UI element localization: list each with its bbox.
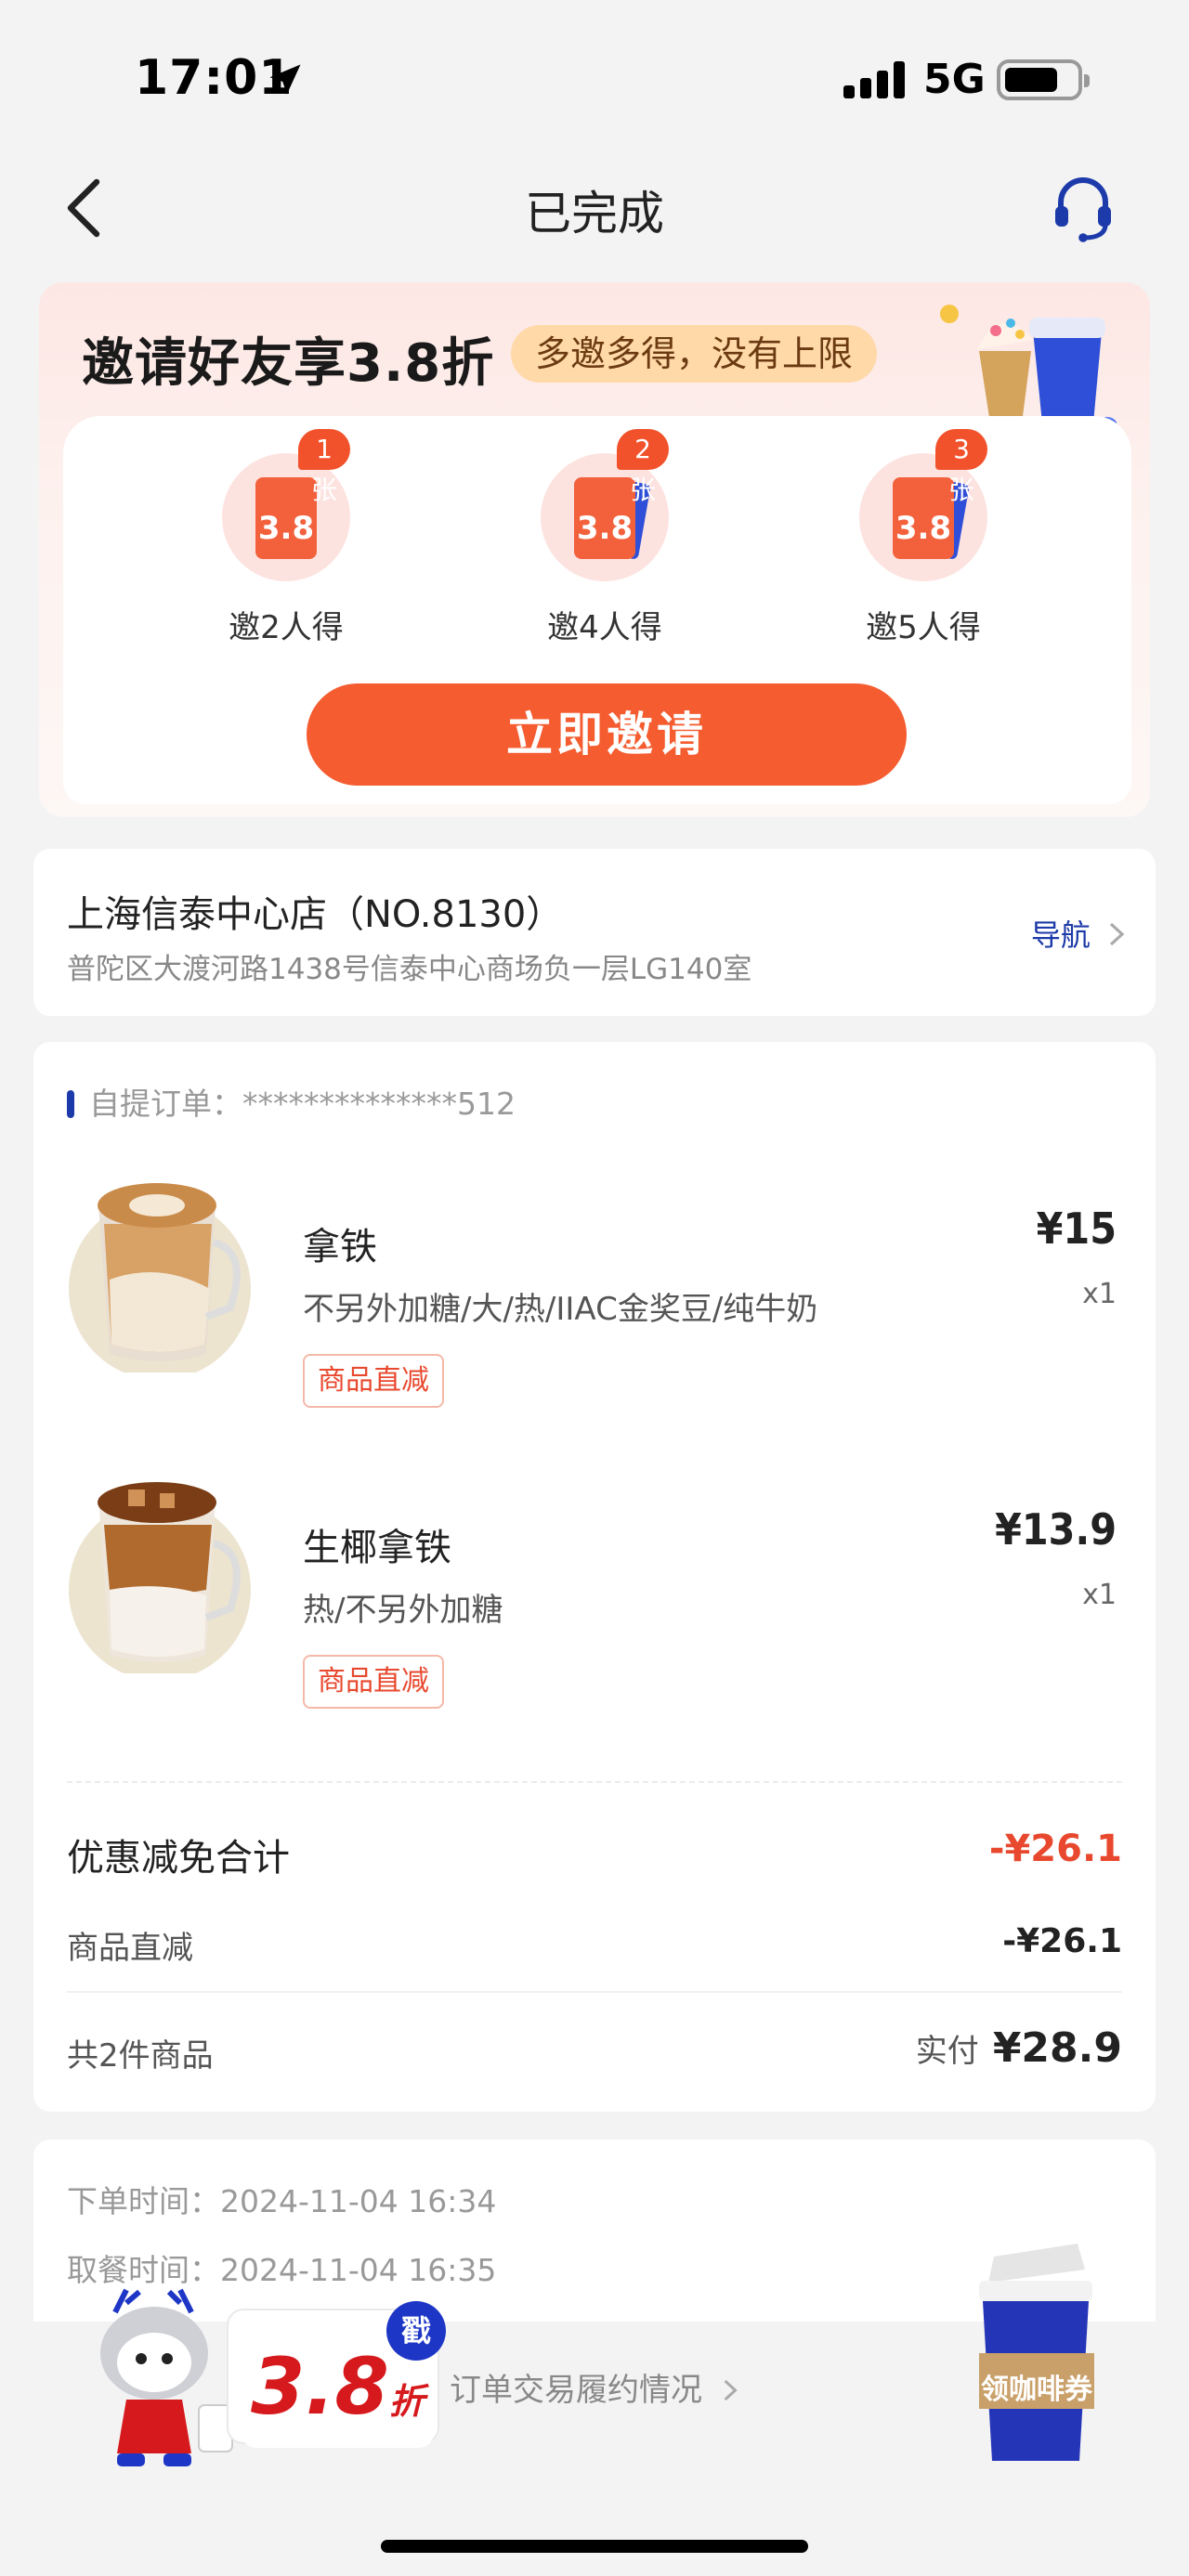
chevron-right-icon: [1109, 922, 1125, 946]
coupon-icon: 3.8 1张: [222, 429, 350, 581]
paid-amount: 实付 ¥28.9: [916, 2024, 1122, 2072]
direct-discount-label: 商品直减: [67, 1930, 193, 1967]
order-number: 自提订单：**************512: [67, 1079, 516, 1124]
reward-count: 1张: [298, 429, 350, 505]
reward-tier-1: 3.8 1张 邀2人得: [193, 429, 379, 647]
coupon-icon: 3.8 2张: [541, 429, 669, 581]
reward-label: 邀5人得: [866, 609, 981, 646]
discount-promo-badge[interactable]: 3.8折 戳: [89, 2284, 446, 2470]
customer-service-button[interactable]: [1050, 173, 1117, 243]
reward-tier-2: 3.8 2张 邀4人得: [512, 429, 698, 647]
paid-label: 实付: [915, 2033, 979, 2070]
order-trace-link[interactable]: 订单交易履约情况: [450, 2364, 740, 2410]
order-item-latte: 拿铁 不另外加糖/大/热/IIAC金奖豆/纯牛奶 商品直减 ¥15 x1: [33, 1168, 1156, 1428]
battery-icon: [997, 59, 1090, 100]
coffee-coupon-label: 领咖啡券: [981, 2374, 1092, 2406]
store-address: 普陀区大渡河路1438号信泰中心商场负一层LG140室: [67, 953, 752, 986]
item-price: ¥13.9: [995, 1504, 1117, 1555]
reward-label: 邀2人得: [229, 609, 344, 646]
reward-count: 2张: [617, 429, 669, 505]
pickup-time: 取餐时间：2024-11-04 16:35: [67, 2252, 497, 2288]
order-time: 下单时间：2024-11-04 16:34: [67, 2183, 497, 2219]
invite-banner: 邀请好友享3.8折 多邀多得，没有上限 3.8 1张 邀2人得 3.8 2张 邀…: [39, 282, 1150, 817]
network-type: 5G: [923, 56, 986, 103]
discount-total-label: 优惠减免合计: [67, 1837, 290, 1880]
invite-tag: 多邀多得，没有上限: [511, 325, 878, 383]
paid-value: ¥28.9: [992, 2024, 1122, 2072]
store-name: 上海信泰中心店（NO.8130）: [67, 893, 564, 936]
discount-total-value: -¥26.1: [988, 1828, 1122, 1870]
deer-mascot-icon: [100, 2288, 233, 2466]
item-name: 拿铁: [303, 1226, 377, 1268]
item-price: ¥15: [1036, 1203, 1117, 1254]
home-indicator[interactable]: [381, 2540, 808, 2553]
discount-badge: 商品直减: [303, 1655, 444, 1709]
coffee-cup-icon: [979, 2244, 1094, 2461]
total-row: 共2件商品 实付 ¥28.9: [67, 2024, 1122, 2080]
coconut-latte-image: [69, 1482, 251, 1673]
divider: [67, 1781, 1122, 1783]
invite-title: 邀请好友享3.8折: [82, 333, 495, 394]
page-title: 已完成: [525, 187, 664, 241]
item-spec: 不另外加糖/大/热/IIAC金奖豆/纯牛奶: [303, 1291, 818, 1328]
discount-total-row: 优惠减免合计 -¥26.1: [67, 1828, 1122, 1883]
reward-count: 3张: [935, 429, 987, 505]
reward-tier-3: 3.8 3张 邀5人得: [830, 429, 1016, 647]
direct-discount-value: -¥26.1: [1002, 1922, 1122, 1960]
headset-icon: [1055, 177, 1111, 242]
invite-now-button[interactable]: 立即邀请: [307, 683, 907, 786]
item-quantity: x1: [1082, 1278, 1117, 1310]
divider: [67, 1991, 1122, 1993]
ice-cream-coffee-illustration: [940, 305, 1117, 433]
latte-image: [69, 1183, 251, 1373]
order-item-coconut-latte: 生椰拿铁 热/不另外加糖 商品直减 ¥13.9 x1: [33, 1469, 1156, 1729]
item-spec: 热/不另外加糖: [303, 1592, 503, 1629]
promo-stamp-icon: 戳: [386, 2301, 446, 2361]
coupon-icon: 3.8 3张: [859, 429, 987, 581]
order-card: 自提订单：**************512 拿铁 不另外加糖/大/热/IIAC…: [33, 1042, 1156, 2112]
item-name: 生椰拿铁: [303, 1527, 451, 1569]
discount-badge: 商品直减: [303, 1354, 444, 1408]
navigate-link[interactable]: 导航: [1031, 912, 1128, 955]
navigate-label: 导航: [1030, 917, 1091, 953]
status-bar: 17:01 5G: [0, 0, 1189, 149]
cellular-signal-icon: [843, 61, 905, 98]
coffee-coupon-button[interactable]: 领咖啡券: [966, 2238, 1105, 2470]
item-count: 共2件商品: [67, 2037, 214, 2075]
item-quantity: x1: [1082, 1579, 1117, 1611]
reward-label: 邀4人得: [547, 609, 662, 646]
store-card: 上海信泰中心店（NO.8130） 普陀区大渡河路1438号信泰中心商场负一层LG…: [33, 849, 1156, 1016]
chevron-right-icon: [724, 2379, 738, 2401]
direct-discount-row: 商品直减 -¥26.1: [67, 1922, 1122, 1969]
location-arrow-icon: [269, 64, 301, 95]
